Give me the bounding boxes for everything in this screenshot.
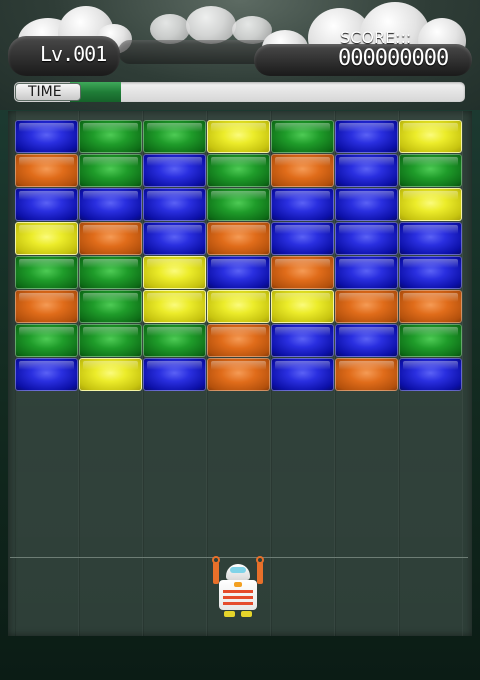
block-green[interactable] <box>79 154 142 187</box>
block-green[interactable] <box>143 324 206 357</box>
block-green[interactable] <box>79 120 142 153</box>
block-blue[interactable] <box>271 188 334 221</box>
block-blue[interactable] <box>143 188 206 221</box>
block-orange[interactable] <box>271 256 334 289</box>
block-blue[interactable] <box>399 256 462 289</box>
block-blue[interactable] <box>143 154 206 187</box>
block-yellow[interactable] <box>143 256 206 289</box>
score-label: SCORE::: <box>340 28 412 47</box>
block-blue[interactable] <box>399 358 462 391</box>
block-blue[interactable] <box>79 188 142 221</box>
robot-visor <box>230 567 246 573</box>
block-blue[interactable] <box>271 222 334 255</box>
block-blue[interactable] <box>335 120 398 153</box>
robot-stripe <box>223 590 253 593</box>
block-blue[interactable] <box>335 188 398 221</box>
block-green[interactable] <box>79 290 142 323</box>
block-blue[interactable] <box>207 256 270 289</box>
robot-left-foot <box>224 611 235 617</box>
block-yellow[interactable] <box>79 358 142 391</box>
block-green[interactable] <box>271 120 334 153</box>
robot-light <box>234 582 242 587</box>
block-green[interactable] <box>15 256 78 289</box>
block-orange[interactable] <box>15 154 78 187</box>
block-blue[interactable] <box>335 324 398 357</box>
robot-right-arm <box>257 562 263 584</box>
block-yellow[interactable] <box>271 290 334 323</box>
block-green[interactable] <box>207 154 270 187</box>
block-blue[interactable] <box>15 188 78 221</box>
block-orange[interactable] <box>207 358 270 391</box>
block-green[interactable] <box>79 256 142 289</box>
block-blue[interactable] <box>335 222 398 255</box>
block-yellow[interactable] <box>143 290 206 323</box>
block-green[interactable] <box>143 120 206 153</box>
block-blue[interactable] <box>143 222 206 255</box>
block-orange[interactable] <box>207 324 270 357</box>
block-yellow[interactable] <box>15 222 78 255</box>
cloud-icon <box>186 6 236 44</box>
block-orange[interactable] <box>79 222 142 255</box>
time-bar: TIME <box>14 82 465 102</box>
robot-left-arm <box>213 562 219 584</box>
block-orange[interactable] <box>207 222 270 255</box>
block-blue[interactable] <box>335 256 398 289</box>
block-yellow[interactable] <box>399 188 462 221</box>
block-blue[interactable] <box>335 154 398 187</box>
robot-stripe <box>223 596 253 599</box>
block-orange[interactable] <box>335 358 398 391</box>
block-green[interactable] <box>207 188 270 221</box>
block-green[interactable] <box>15 324 78 357</box>
block-green[interactable] <box>399 154 462 187</box>
block-blue[interactable] <box>143 358 206 391</box>
block-yellow[interactable] <box>399 120 462 153</box>
robot-stripe <box>223 602 253 605</box>
block-blue[interactable] <box>15 120 78 153</box>
block-orange[interactable] <box>335 290 398 323</box>
robot-right-foot <box>241 611 252 617</box>
block-blue[interactable] <box>15 358 78 391</box>
block-blue[interactable] <box>271 324 334 357</box>
block-green[interactable] <box>79 324 142 357</box>
level-indicator: Lv.001 <box>40 42 107 66</box>
block-yellow[interactable] <box>207 290 270 323</box>
score-value: 000000000 <box>338 46 449 71</box>
block-yellow[interactable] <box>207 120 270 153</box>
time-label: TIME <box>15 83 81 101</box>
robot-icon[interactable] <box>210 556 266 620</box>
block-orange[interactable] <box>399 290 462 323</box>
block-orange[interactable] <box>15 290 78 323</box>
block-green[interactable] <box>399 324 462 357</box>
block-blue[interactable] <box>399 222 462 255</box>
block-orange[interactable] <box>271 154 334 187</box>
block-blue[interactable] <box>271 358 334 391</box>
